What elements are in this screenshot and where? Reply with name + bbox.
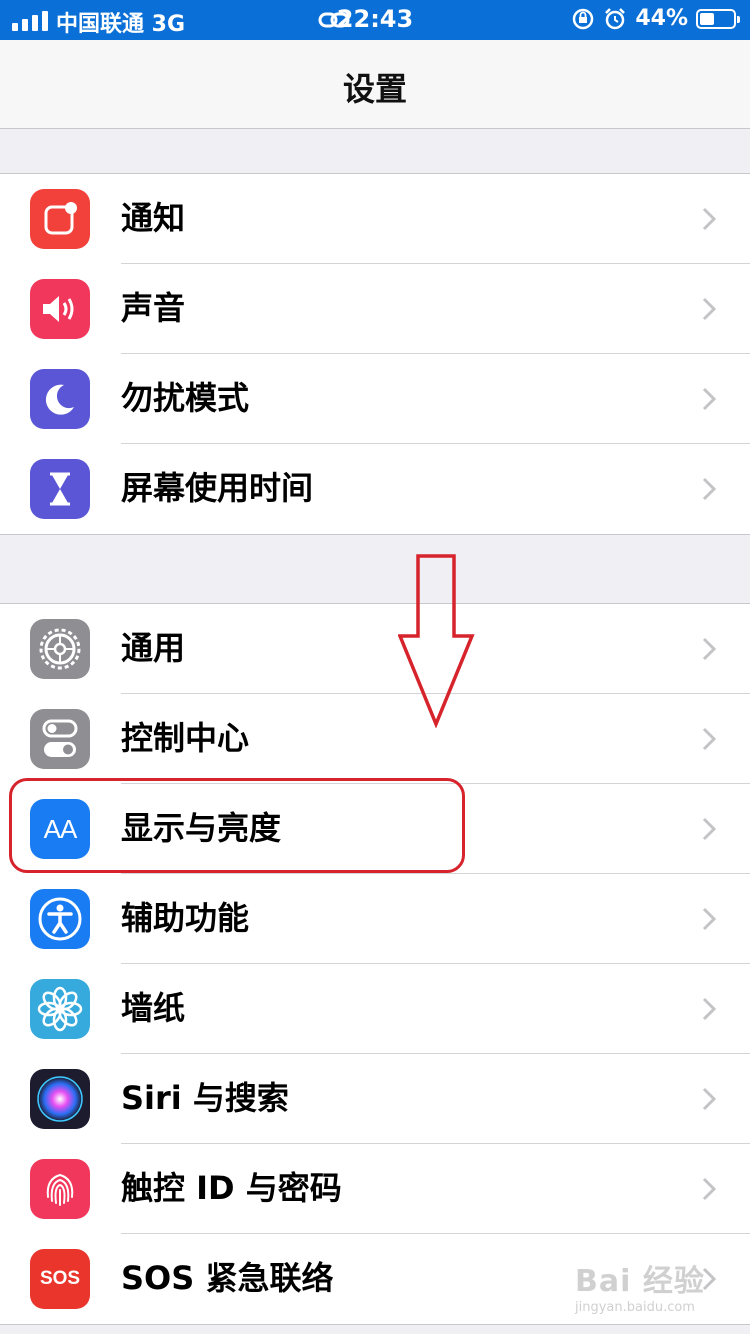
battery-percent: 44% (635, 6, 688, 31)
chevron-right-icon (702, 727, 716, 751)
annotation-highlight-box (9, 778, 465, 873)
gear-icon (30, 619, 90, 679)
chevron-right-icon (702, 387, 716, 411)
settings-row-label: 通用 (121, 629, 186, 667)
notifications-icon (30, 189, 90, 249)
settings-row-label: SOS 紧急联络 (121, 1259, 334, 1297)
annotation-arrow-icon (398, 554, 475, 728)
settings-row-label: 辅助功能 (121, 899, 250, 937)
settings-row-do-not-disturb[interactable]: 勿扰模式 (0, 354, 750, 444)
settings-row-screen-time[interactable]: 屏幕使用时间 (0, 444, 750, 534)
sounds-icon (30, 279, 90, 339)
watermark-brand: Bai 经验 (575, 1264, 705, 1299)
page-title: 设置 (342, 70, 407, 108)
accessibility-icon (30, 889, 90, 949)
chevron-right-icon (702, 997, 716, 1021)
settings-row-label: 声音 (121, 289, 186, 327)
settings-row-general[interactable]: 通用 (0, 604, 750, 694)
moon-icon (30, 369, 90, 429)
watermark-url: jingyan.baidu.com (575, 1300, 695, 1315)
settings-row-accessibility[interactable]: 辅助功能 (0, 874, 750, 964)
navigation-bar: 设置 (0, 40, 750, 129)
settings-row-notifications[interactable]: 通知 (0, 174, 750, 264)
settings-row-label: 墙纸 (121, 989, 186, 1027)
sos-glyph: SOS (39, 1268, 81, 1289)
chevron-right-icon (702, 637, 716, 661)
settings-row-label: 勿扰模式 (121, 379, 250, 417)
settings-row-label: 通知 (121, 199, 186, 237)
settings-group-2: 通用 控制中心 AA 显示与亮度 辅助功能 墙纸 Siri 与搜索 触控 ID … (0, 603, 750, 1325)
settings-row-label: 屏幕使用时间 (121, 469, 314, 507)
settings-row-siri-search[interactable]: Siri 与搜索 (0, 1054, 750, 1144)
flower-icon (30, 979, 90, 1039)
settings-row-wallpaper[interactable]: 墙纸 (0, 964, 750, 1054)
chevron-right-icon (702, 907, 716, 931)
siri-icon (30, 1069, 90, 1129)
baidu-watermark: Bai 经验 jingyan.baidu.com (575, 1256, 705, 1315)
chevron-right-icon (702, 817, 716, 841)
settings-row-label: 控制中心 (121, 719, 250, 757)
chevron-right-icon (702, 477, 716, 501)
chevron-right-icon (702, 1087, 716, 1111)
battery-icon (696, 8, 740, 29)
settings-row-touch-id-passcode[interactable]: 触控 ID 与密码 (0, 1144, 750, 1234)
rotation-lock-icon (573, 8, 594, 29)
chevron-right-icon (702, 207, 716, 231)
chevron-right-icon (702, 297, 716, 321)
settings-row-control-center[interactable]: 控制中心 (0, 694, 750, 784)
alarm-icon (605, 7, 626, 29)
chevron-right-icon (702, 1177, 716, 1201)
settings-row-label: Siri 与搜索 (121, 1079, 289, 1117)
sos-icon: SOS (30, 1249, 90, 1309)
settings-group-1: 通知 声音 勿扰模式 屏幕使用时间 (0, 173, 750, 535)
settings-row-label: 触控 ID 与密码 (121, 1169, 342, 1207)
fingerprint-icon (30, 1159, 90, 1219)
status-bar: 中国联通 3G 22:43 44% (0, 0, 750, 40)
toggles-icon (30, 709, 90, 769)
settings-row-sounds[interactable]: 声音 (0, 264, 750, 354)
hourglass-icon (30, 459, 90, 519)
